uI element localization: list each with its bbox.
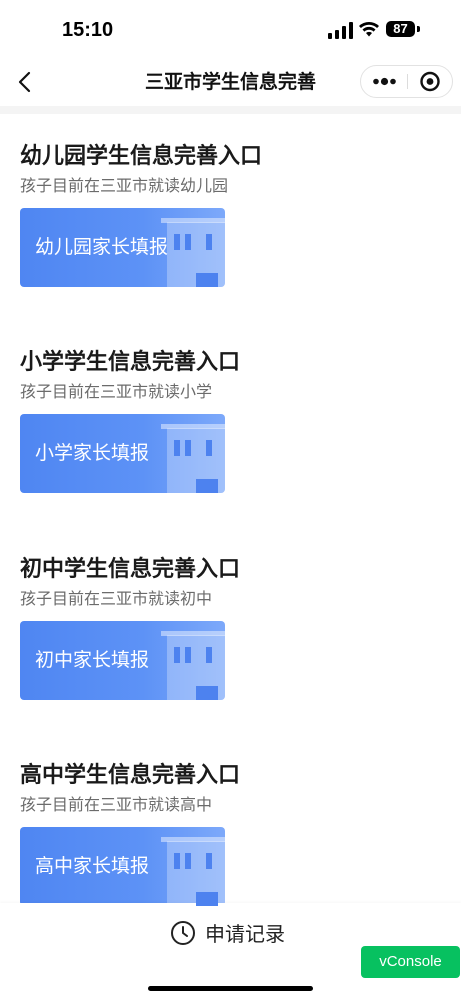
mini-program-capsule [360,65,453,98]
signal-icon [328,22,353,39]
vconsole-button[interactable]: vConsole [361,946,460,978]
section-subtitle: 孩子目前在三亚市就读小学 [20,382,213,401]
building-icon [161,424,225,493]
target-close-icon[interactable] [408,66,452,97]
battery-icon: 87 [386,21,422,39]
back-chevron-icon[interactable] [12,68,40,96]
primary-parent-entry-button[interactable]: 小学家长填报 [20,414,225,493]
section-title: 初中学生信息完善入口 [20,557,241,582]
section-subtitle: 孩子目前在三亚市就读初中 [20,589,213,608]
entry-button-label: 高中家长填报 [35,855,150,877]
battery-tip [417,26,420,32]
header-divider [0,106,461,114]
section-subtitle: 孩子目前在三亚市就读幼儿园 [20,176,229,195]
record-label: 申请记录 [205,922,285,946]
more-dots-icon[interactable] [361,66,407,97]
building-icon [161,218,225,287]
building-icon [161,837,225,906]
senior-high-parent-entry-button[interactable]: 高中家长填报 [20,827,225,906]
junior-high-parent-entry-button[interactable]: 初中家长填报 [20,621,225,700]
entry-button-label: 初中家长填报 [35,649,150,671]
kindergarten-parent-entry-button[interactable]: 幼儿园家长填报 [20,208,225,287]
home-indicator [148,986,313,991]
section-title: 高中学生信息完善入口 [20,763,241,788]
section-subtitle: 孩子目前在三亚市就读高中 [20,795,213,814]
wifi-icon [359,22,379,37]
nav-bar: 三亚市学生信息完善 [0,58,461,106]
entry-button-label: 小学家长填报 [35,442,150,464]
entry-button-label: 幼儿园家长填报 [35,236,169,258]
status-bar: 15:10 87 [0,0,461,58]
status-time: 15:10 [62,19,114,41]
battery-level: 87 [386,21,415,37]
clock-icon [171,921,195,945]
section-title: 小学学生信息完善入口 [20,350,241,375]
section-title: 幼儿园学生信息完善入口 [20,144,263,169]
building-icon [161,631,225,700]
